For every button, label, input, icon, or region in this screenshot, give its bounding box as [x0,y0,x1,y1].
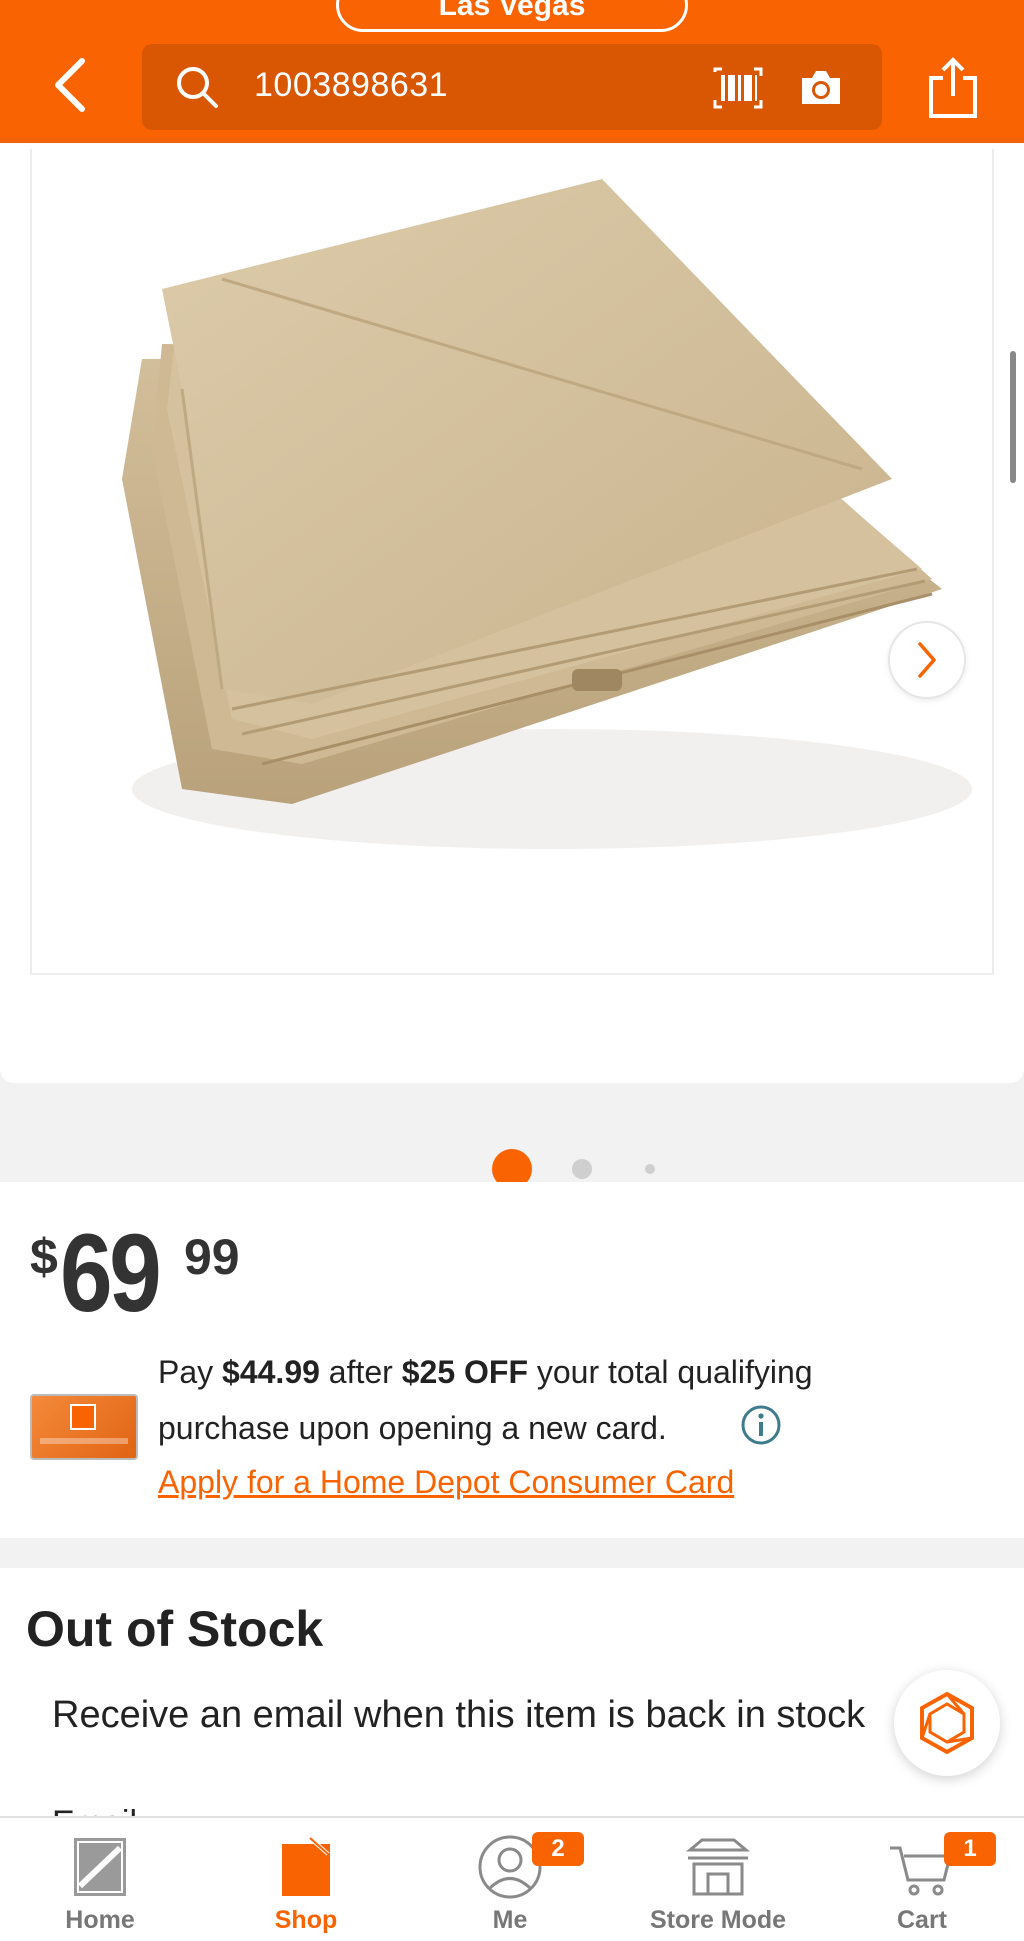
stock-section: Out of Stock Receive an email when this … [0,1568,1024,1816]
product-gallery [0,143,1024,1189]
apply-card-link[interactable]: Apply for a Home Depot Consumer Card [158,1464,734,1501]
price-currency: $ [30,1229,58,1285]
search-input[interactable]: 1003898631 [142,44,882,130]
back-in-stock-message: Receive an email when this item is back … [52,1694,866,1736]
product-image-frame[interactable] [30,149,994,975]
info-icon[interactable] [740,1404,782,1446]
cart-count-badge: 1 [944,1832,996,1866]
store-selector-label: Las Vegas [438,0,586,22]
next-image-button[interactable] [888,621,966,699]
search-value: 1003898631 [254,66,449,104]
back-button[interactable] [40,50,100,120]
home-depot-logo-icon [70,1404,96,1430]
pagination-dot[interactable] [572,1159,592,1179]
promo-text-line2: purchase upon opening a new card. [158,1410,667,1446]
barcode-icon[interactable] [712,66,764,110]
nav-home[interactable]: Home [40,1818,160,1941]
nav-store-mode[interactable]: Store Mode [620,1818,816,1941]
nav-me-label: Me [492,1906,528,1934]
chat-icon [920,1691,974,1755]
email-field-label: Email [52,1804,137,1816]
scrollbar[interactable] [1010,351,1016,483]
store-selector-button[interactable]: Las Vegas [336,0,688,32]
chevron-right-icon [918,642,936,678]
store-icon [685,1838,751,1896]
me-notification-badge: 2 [532,1832,584,1866]
share-icon[interactable] [925,56,981,120]
chevron-left-icon [55,58,85,112]
promo-pay-amount: $44.99 [222,1354,320,1390]
pagination-dot[interactable] [645,1164,655,1174]
camera-icon[interactable] [798,66,844,108]
promo-text-line1: Pay $44.99 after $25 OFF your total qual… [158,1354,813,1390]
bottom-navigation: Home Shop Me Store Mode Cart [0,1816,1024,1941]
search-icon [177,67,218,108]
promo-discount: $25 OFF [401,1354,528,1390]
price-dollars: 69 [60,1212,162,1335]
stock-status-title: Out of Stock [26,1601,324,1657]
product-image [122,179,972,849]
chat-button[interactable] [894,1670,1000,1776]
credit-card-image [30,1394,138,1460]
nav-cart-label: Cart [896,1906,947,1934]
shop-icon [282,1836,330,1896]
nav-home-label: Home [65,1906,135,1934]
top-app-bar: Las Vegas 1003898631 [0,0,1024,143]
price-cents: 99 [184,1229,240,1285]
home-depot-logo-icon [74,1838,126,1896]
nav-shop-label: Shop [274,1906,338,1934]
nav-shop[interactable]: Shop [246,1818,366,1941]
nav-store-mode-label: Store Mode [649,1906,787,1934]
price-section: $ 69 99 Pay $44.99 after $25 OFF your to… [0,1182,1024,1538]
